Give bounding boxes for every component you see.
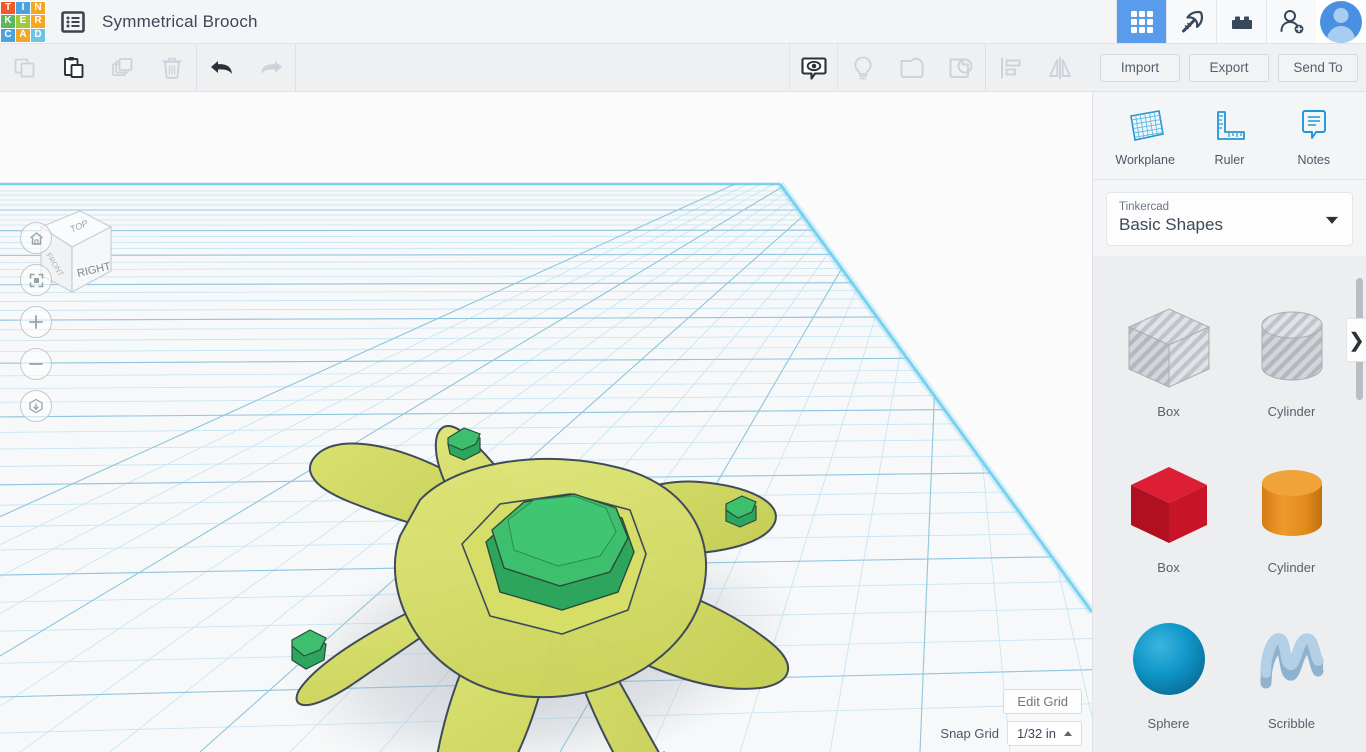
- ruler-icon: [1217, 111, 1246, 140]
- logo-tile: C: [1, 28, 15, 42]
- library-dropdown-wrap: Tinkercad Basic Shapes: [1093, 180, 1366, 256]
- shape-item-scribble[interactable]: Scribble: [1230, 604, 1353, 752]
- shape-library-dropdown[interactable]: Tinkercad Basic Shapes: [1106, 192, 1353, 246]
- ruler-tool[interactable]: Ruler: [1192, 106, 1266, 167]
- shape-label: Box: [1157, 560, 1180, 575]
- shape-label: Cylinder: [1267, 560, 1316, 575]
- zoom-out-icon[interactable]: [20, 348, 52, 380]
- mirror-icon[interactable]: [1035, 44, 1084, 91]
- collapse-panel-button[interactable]: ❯: [1346, 318, 1366, 362]
- history-tools: [197, 44, 295, 91]
- scribble-art: [1244, 604, 1340, 714]
- redo-icon[interactable]: [246, 44, 295, 91]
- logo-tile: N: [31, 1, 45, 15]
- shape-label: Scribble: [1268, 716, 1315, 731]
- tinkercad-app: T I N K E R C A D Symmetrical Brooch Imp…: [0, 0, 1366, 752]
- grid-controls: Edit Grid Snap Grid 1/32 in: [940, 689, 1082, 746]
- duplicate-icon[interactable]: [98, 44, 147, 91]
- lightbulb-icon[interactable]: [838, 44, 887, 91]
- workplane-tool[interactable]: Workplane: [1108, 106, 1182, 167]
- notes-tool[interactable]: Notes: [1277, 106, 1351, 167]
- undo-icon[interactable]: [197, 44, 246, 91]
- sphere-art: [1121, 604, 1217, 714]
- snap-grid-label: Snap Grid: [940, 726, 999, 741]
- shape-label: Sphere: [1147, 716, 1190, 731]
- viewport-nav-controls: [20, 222, 52, 432]
- send-to-button[interactable]: Send To: [1278, 53, 1358, 82]
- shape-label: Box: [1157, 404, 1180, 419]
- shape-label: Cylinder: [1267, 404, 1316, 419]
- fit-to-view-icon[interactable]: [20, 264, 52, 296]
- logo-tile: R: [31, 15, 45, 28]
- avatar: [1320, 0, 1362, 43]
- home-view-icon[interactable]: [20, 222, 52, 254]
- logo-tile: A: [16, 28, 30, 42]
- workplane-label: Workplane: [1115, 153, 1175, 167]
- snap-grid-value: 1/32 in: [1016, 726, 1056, 741]
- shape-item-cylinder-solid[interactable]: Cylinder: [1230, 448, 1353, 600]
- paste-icon[interactable]: [49, 44, 98, 91]
- snap-grid-select[interactable]: 1/32 in: [1006, 721, 1082, 746]
- shape-item-cylinder-hole[interactable]: Cylinder: [1230, 292, 1353, 444]
- library-selected-value: Basic Shapes: [1119, 215, 1223, 234]
- import-button[interactable]: Import: [1100, 53, 1180, 82]
- add-person-icon[interactable]: [1266, 0, 1316, 43]
- workplane-grid: [0, 181, 1092, 752]
- zoom-in-icon[interactable]: [20, 306, 52, 338]
- delete-icon[interactable]: [147, 44, 196, 91]
- shapes-list[interactable]: Box Cylinder Box Cylinder Sphere Scribbl…: [1093, 276, 1366, 752]
- logo-tile: T: [1, 1, 15, 15]
- user-avatar[interactable]: [1316, 0, 1366, 43]
- app-header: T I N K E R C A D Symmetrical Brooch: [0, 0, 1366, 44]
- notes-label: Notes: [1297, 153, 1331, 167]
- box-hole-art: [1121, 292, 1217, 402]
- shapes-panel: Workplane Ruler Notes Tinkercad Basic Sh…: [1092, 92, 1366, 752]
- tinkercad-logo[interactable]: T I N K E R C A D: [0, 0, 46, 43]
- page-title: Symmetrical Brooch: [102, 11, 258, 31]
- panel-tool-row: Workplane Ruler Notes: [1093, 92, 1366, 180]
- edit-tools: [789, 44, 1084, 91]
- shape-visibility-icon[interactable]: [789, 44, 838, 91]
- main-toolbar: Import Export Send To: [0, 44, 1366, 92]
- export-button[interactable]: Export: [1189, 53, 1269, 82]
- workplane-grid-icon: [1130, 110, 1165, 141]
- cylinder-hole-art: [1244, 292, 1340, 402]
- group-icon[interactable]: [887, 44, 936, 91]
- library-source-label: Tinkercad: [1119, 201, 1170, 213]
- logo-tile: I: [16, 1, 30, 15]
- chevron-up-icon: [1064, 731, 1072, 736]
- cylinder-solid-art: [1244, 448, 1340, 558]
- chevron-down-icon: [1326, 216, 1338, 224]
- lego-brick-icon[interactable]: [1216, 0, 1266, 43]
- ungroup-icon[interactable]: [936, 44, 985, 91]
- edit-grid-button[interactable]: Edit Grid: [1003, 689, 1082, 714]
- list-menu-icon[interactable]: [60, 9, 86, 35]
- perspective-toggle-icon[interactable]: [20, 390, 52, 422]
- align-icon[interactable]: [986, 44, 1035, 91]
- logo-tile: K: [1, 15, 15, 28]
- logo-tile: D: [31, 28, 45, 42]
- action-buttons: Import Export Send To: [1084, 44, 1366, 91]
- pickaxe-icon[interactable]: [1166, 0, 1216, 43]
- shape-item-box-hole[interactable]: Box: [1107, 292, 1230, 444]
- shape-item-box-solid[interactable]: Box: [1107, 448, 1230, 600]
- clipboard-tools: [0, 44, 196, 91]
- grid-view-icon[interactable]: [1116, 0, 1166, 43]
- snap-grid-row: Snap Grid 1/32 in: [940, 721, 1082, 746]
- box-solid-art: [1121, 448, 1217, 558]
- shape-item-sphere[interactable]: Sphere: [1107, 604, 1230, 752]
- copy-icon[interactable]: [0, 44, 49, 91]
- ruler-label: Ruler: [1214, 153, 1245, 167]
- header-right-tools: [1116, 0, 1366, 43]
- notes-icon: [1301, 110, 1326, 139]
- shapes-grid: Box Cylinder Box Cylinder Sphere Scribbl…: [1093, 276, 1366, 752]
- logo-tile: E: [16, 15, 30, 28]
- 3d-viewport[interactable]: TOP FRONT RIGHT Edit Grid Snap Grid 1/32…: [0, 92, 1092, 752]
